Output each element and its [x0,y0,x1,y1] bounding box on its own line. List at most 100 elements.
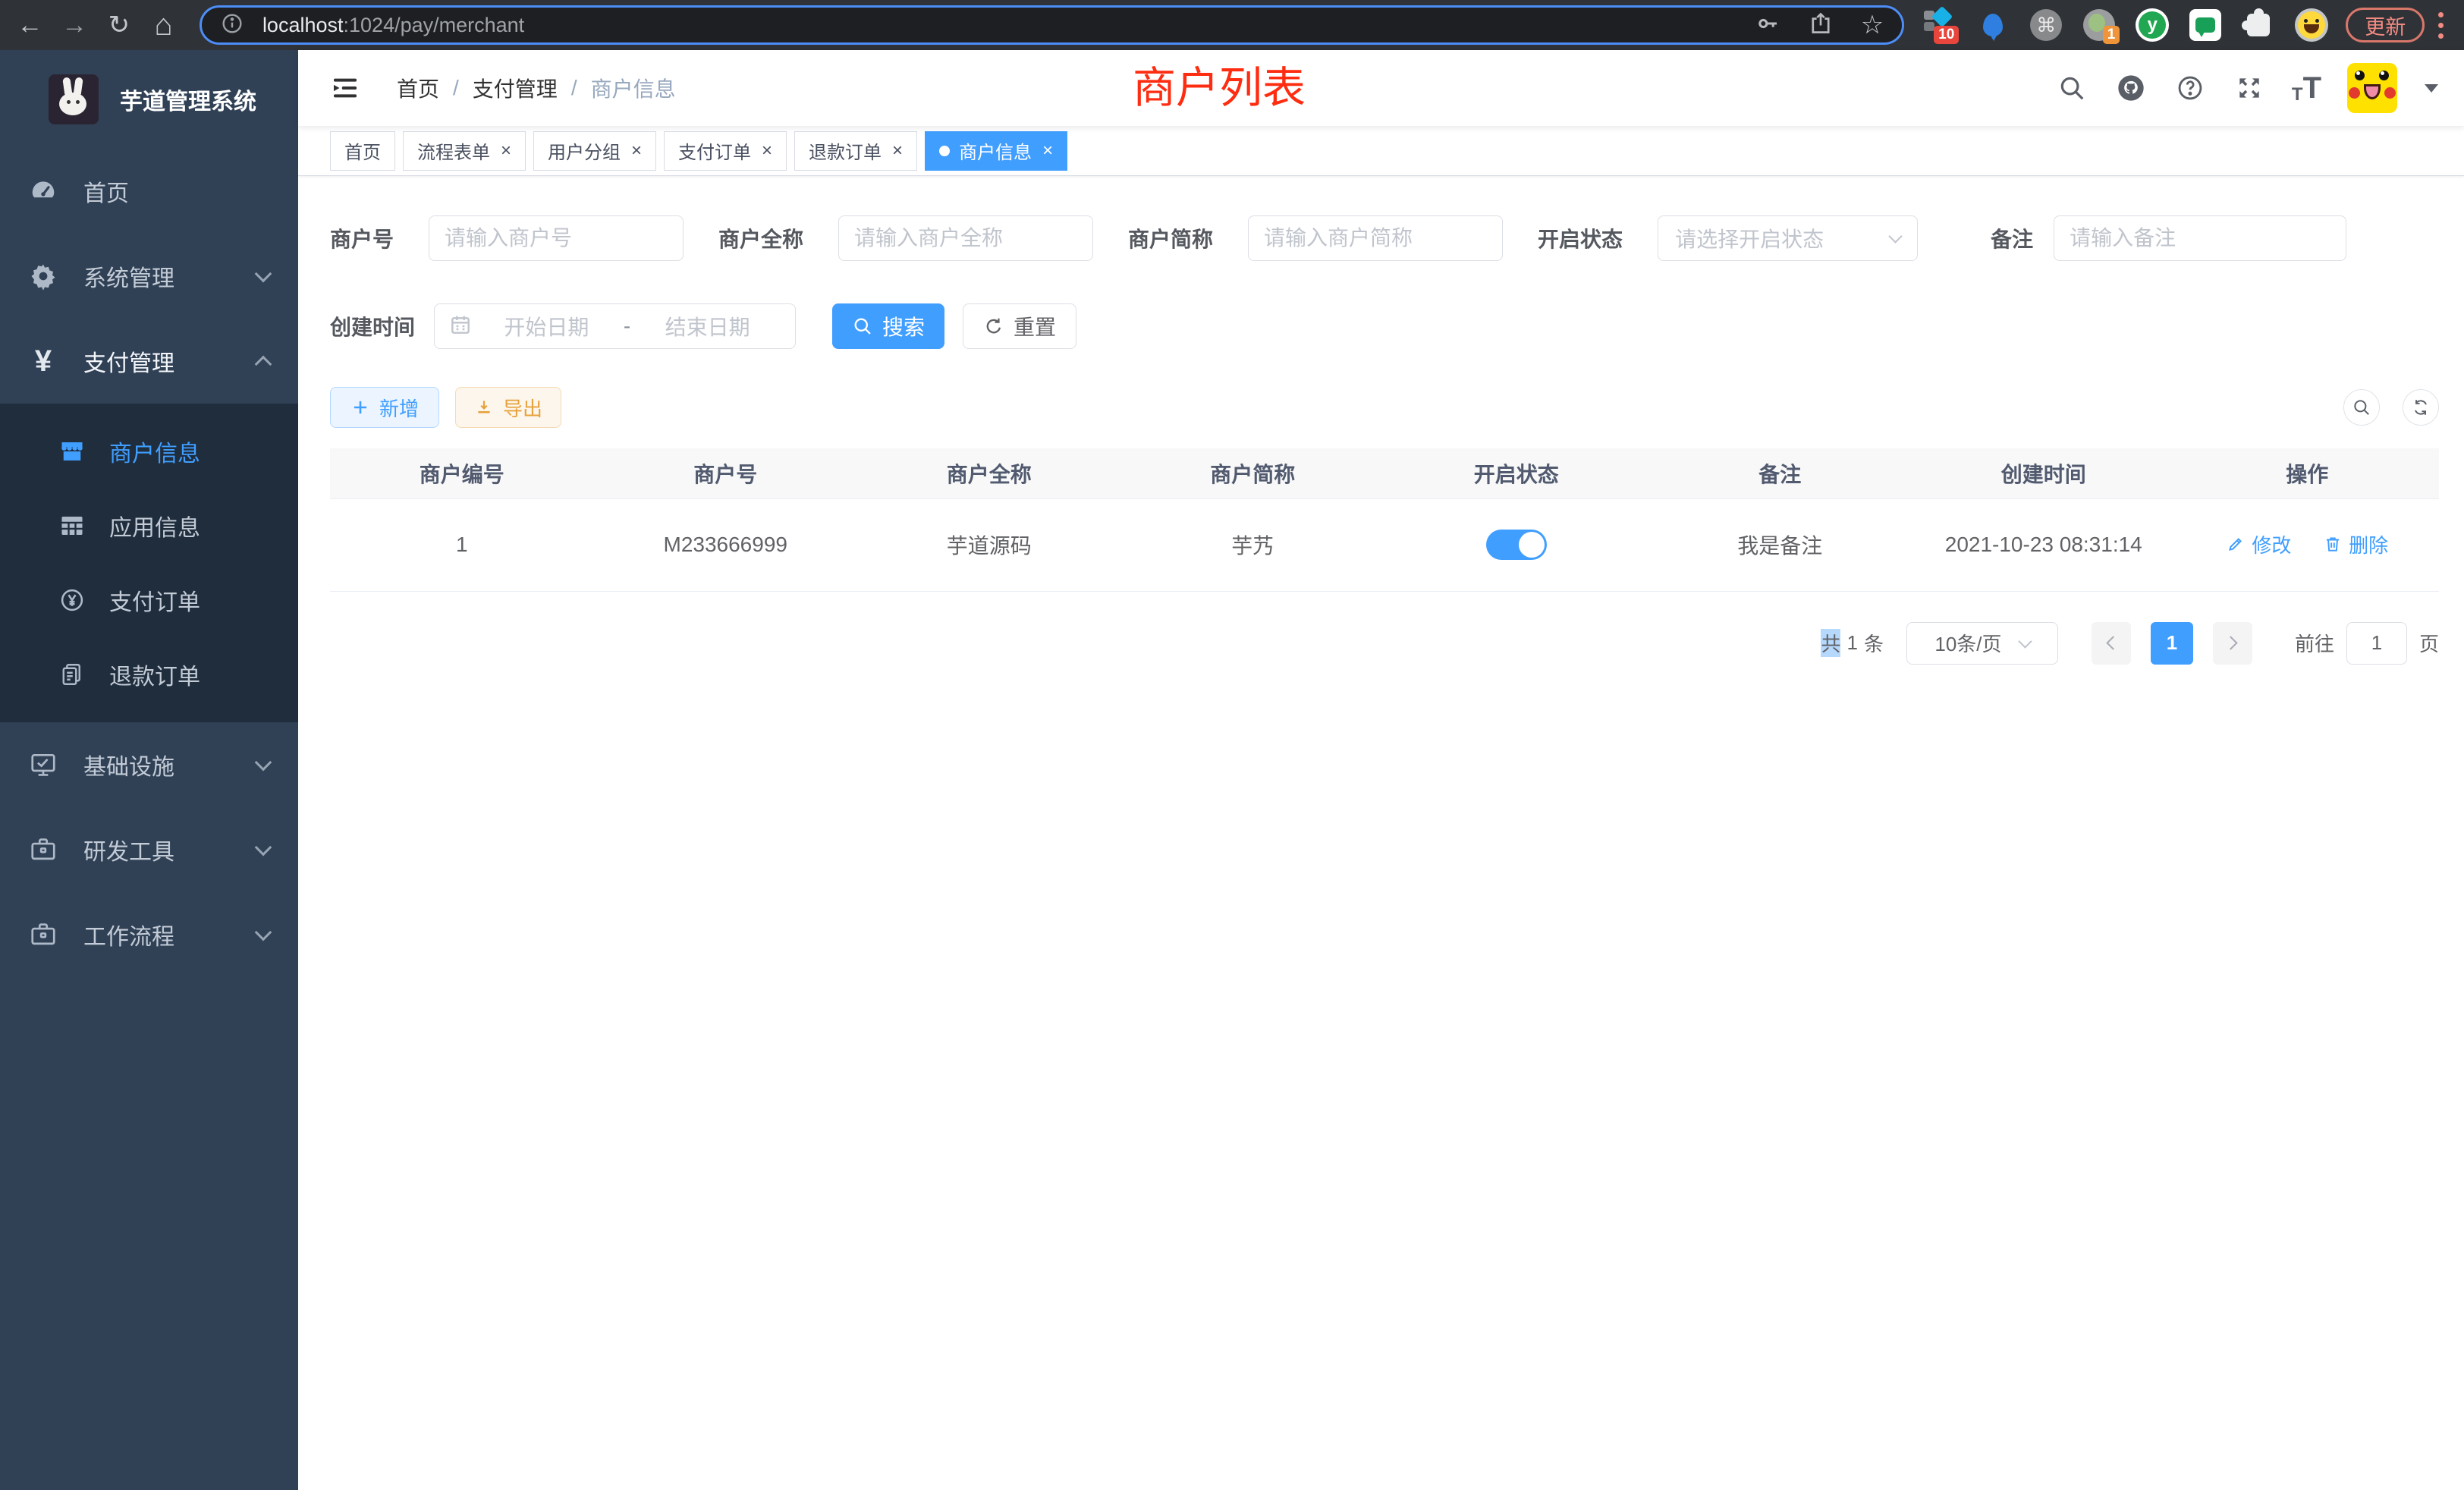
share-icon[interactable] [1808,11,1834,40]
pay-submenu: 商户信息 应用信息 支付订单 [0,404,298,722]
browser-reload-button[interactable]: ↻ [102,8,135,42]
avatar-caret-icon[interactable] [2425,84,2438,93]
tab-merchant-info[interactable]: 商户信息× [925,131,1067,171]
col-remark: 备注 [1648,448,1912,498]
close-icon[interactable]: × [762,140,772,162]
sidebar-logo[interactable]: 芋道管理系统 [0,50,298,149]
status-toggle[interactable] [1486,530,1547,560]
browser-back-button[interactable]: ← [14,8,46,42]
sidebar-item-app-info[interactable]: 应用信息 [0,489,298,563]
close-icon[interactable]: × [631,140,642,162]
address-bar[interactable]: localhost:1024/pay/merchant ☆ [200,5,1904,45]
hamburger-fold-icon[interactable] [328,71,362,105]
sidebar-item-infrastructure[interactable]: 基础设施 [0,722,298,807]
red-annotation-text: 商户列表 [1133,53,1306,115]
current-page-button[interactable]: 1 [2151,622,2193,665]
github-icon[interactable] [2114,71,2148,105]
ext-balloon-icon[interactable] [1975,6,2010,44]
ext-command-icon[interactable]: ⌘ [2029,6,2063,44]
browser-menu-icon[interactable] [2438,12,2446,39]
tab-refund-order[interactable]: 退款订单× [794,131,917,171]
extensions-puzzle-icon[interactable] [2241,6,2276,44]
tab-pay-order[interactable]: 支付订单× [664,131,787,171]
prev-page-button[interactable] [2092,622,2131,665]
table-header-row: 商户编号 商户号 商户全称 商户简称 开启状态 备注 创建时间 操作 [330,448,2439,498]
browser-update-button[interactable]: 更新 [2346,8,2425,42]
sidebar-item-label: 工作流程 [83,918,174,951]
ext-smiley-icon[interactable] [2294,6,2329,44]
sidebar-item-refund-order[interactable]: 退款订单 [0,637,298,712]
export-button[interactable]: 导出 [455,387,561,428]
tab-home[interactable]: 首页 [330,131,395,171]
merchant-short-input[interactable] [1248,215,1503,261]
remark-input[interactable] [2054,215,2346,261]
sidebar-item-home[interactable]: 首页 [0,149,298,234]
breadcrumb-pay[interactable]: 支付管理 [473,73,558,103]
breadcrumb-current: 商户信息 [591,73,676,103]
delete-link[interactable]: 删除 [2323,530,2388,558]
chevron-down-icon [1888,229,1902,243]
cell-merchant-no: M233666999 [594,498,858,591]
sidebar-item-label: 研发工具 [83,833,174,866]
cell-remark: 我是备注 [1648,498,1912,591]
sidebar-item-system[interactable]: 系统管理 [0,234,298,319]
create-time-label: 创建时间 [330,311,415,341]
fullscreen-icon[interactable] [2233,71,2266,105]
breadcrumb-separator: / [453,76,459,100]
merchant-no-input[interactable] [429,215,684,261]
ext-chat-icon[interactable] [2188,6,2223,44]
breadcrumb: 首页 / 支付管理 / 商户信息 [397,73,676,103]
tab-user-group[interactable]: 用户分组× [533,131,656,171]
ext-camera-icon[interactable]: 1 [2082,6,2117,44]
browser-home-button[interactable]: ⌂ [147,8,180,42]
sidebar-item-label: 支付管理 [83,344,174,378]
font-size-icon[interactable]: TT [2292,71,2321,105]
browser-forward-button[interactable]: → [58,8,91,42]
page-size-select[interactable]: 10条/页 [1906,622,2058,665]
goto-label: 前往 [2295,629,2334,657]
breadcrumb-home[interactable]: 首页 [397,73,439,103]
close-icon[interactable]: × [892,140,903,162]
col-merchant-no: 商户号 [594,448,858,498]
bookmark-star-icon[interactable]: ☆ [1861,12,1884,38]
sidebar-item-pay[interactable]: ¥ 支付管理 [0,319,298,404]
col-actions: 操作 [2176,448,2440,498]
sidebar-item-merchant-info[interactable]: 商户信息 [0,414,298,489]
sidebar-item-pay-order[interactable]: 支付订单 [0,563,298,637]
chevron-down-icon [255,266,272,283]
next-page-button[interactable] [2213,622,2252,665]
search-button[interactable]: 搜索 [832,303,944,349]
create-time-range-picker[interactable]: 开始日期 - 结束日期 [434,303,796,349]
search-icon[interactable] [2055,71,2088,105]
merchant-name-input[interactable] [838,215,1093,261]
reset-button[interactable]: 重置 [963,303,1076,349]
close-icon[interactable]: × [1042,140,1053,162]
col-create-time: 创建时间 [1912,448,2176,498]
chevron-down-icon [2018,634,2032,648]
briefcase-icon [26,835,61,864]
password-key-icon[interactable] [1755,11,1780,40]
sidebar-item-workflow[interactable]: 工作流程 [0,892,298,977]
toggle-search-button[interactable] [2343,389,2380,426]
add-button[interactable]: 新增 [330,387,439,428]
ext-diamond-icon[interactable]: 10 [1922,6,1957,44]
sidebar-item-dev-tools[interactable]: 研发工具 [0,807,298,892]
help-icon[interactable] [2173,71,2207,105]
sidebar-item-label: 退款订单 [109,658,200,691]
yen-icon: ¥ [26,344,61,379]
sidebar-item-label: 基础设施 [83,748,174,781]
ext-y-icon[interactable]: y [2135,6,2170,44]
monitor-check-icon [26,750,61,779]
col-status: 开启状态 [1384,448,1648,498]
ext-camera-badge: 1 [2103,26,2120,44]
status-select[interactable]: 请选择开启状态 [1658,215,1918,261]
breadcrumb-separator: / [571,76,577,100]
goto-page-input[interactable] [2346,622,2407,665]
site-info-icon[interactable] [220,11,244,39]
edit-link[interactable]: 修改 [2226,530,2291,558]
tab-process-form[interactable]: 流程表单× [403,131,526,171]
sidebar: 芋道管理系统 首页 系统管理 ¥ 支付管理 [0,50,298,1490]
refresh-button[interactable] [2403,389,2439,426]
avatar[interactable] [2347,63,2397,113]
close-icon[interactable]: × [501,140,511,162]
